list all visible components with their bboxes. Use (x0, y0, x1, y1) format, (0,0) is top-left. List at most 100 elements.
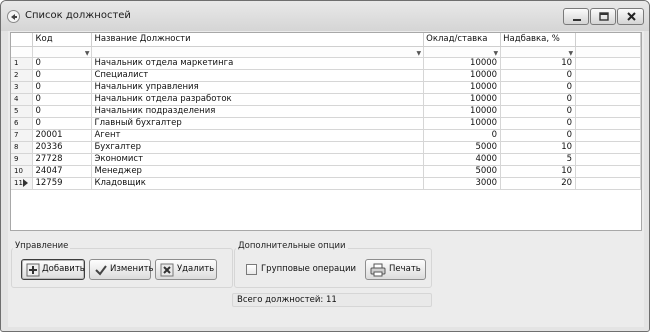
cell-name[interactable]: Менеджер (91, 165, 425, 178)
cell-bonus[interactable]: 0 (500, 117, 577, 130)
filter-dropdown-icon[interactable]: ▼ (417, 48, 422, 57)
cell-code[interactable]: 20001 (32, 129, 93, 142)
row-number[interactable]: 9 (11, 153, 34, 166)
column-header-salary[interactable]: Оклад/ставка (423, 33, 502, 47)
cell-bonus[interactable]: 0 (500, 93, 577, 106)
add-button-label: Добавить (42, 264, 85, 274)
cell-name[interactable]: Главный бухгалтер (91, 117, 425, 130)
column-header-code[interactable]: Код (32, 33, 93, 47)
cell-salary[interactable]: 5000 (423, 165, 502, 178)
cell-name[interactable]: Начальник отдела маркетинга (91, 57, 425, 70)
cell-salary[interactable]: 10000 (423, 81, 502, 94)
cell-name[interactable]: Экономист (91, 153, 425, 166)
cell-code[interactable]: 0 (32, 57, 93, 70)
close-icon (627, 12, 636, 21)
table-row[interactable]: 10 24047 Менеджер 5000 10 (11, 165, 641, 178)
cell-bonus[interactable]: 0 (500, 81, 577, 94)
filter-salary[interactable]: ▼ (423, 46, 502, 58)
cell-bonus[interactable]: 10 (500, 141, 577, 154)
cell-empty (575, 57, 641, 70)
table-row[interactable]: 6 0 Главный бухгалтер 10000 0 (11, 117, 641, 130)
delete-button[interactable]: Удалить (155, 259, 217, 280)
group-operations-label[interactable]: Групповые операции (261, 264, 356, 274)
print-button[interactable]: Печать (365, 259, 426, 280)
positions-grid[interactable]: Код Название Должности Оклад/ставка Надб… (10, 32, 642, 231)
maximize-button[interactable] (590, 8, 616, 25)
header-corner (11, 33, 34, 47)
close-button[interactable] (617, 8, 644, 25)
row-number[interactable]: 1 (11, 57, 34, 70)
row-number[interactable]: 3 (11, 81, 34, 94)
cell-code[interactable]: 24047 (32, 165, 93, 178)
title-bar[interactable]: Список должностей (1, 1, 649, 31)
cell-bonus[interactable]: 0 (500, 129, 577, 142)
cell-empty (575, 129, 641, 142)
row-number[interactable]: 11 (11, 177, 34, 190)
row-number[interactable]: 8 (11, 141, 34, 154)
add-button[interactable]: Добавить (21, 259, 85, 280)
cell-salary[interactable]: 4000 (423, 153, 502, 166)
total-positions-text: Всего должностей: 11 (237, 295, 337, 305)
cell-salary[interactable]: 10000 (423, 93, 502, 106)
edit-button[interactable]: Изменить (89, 259, 154, 280)
group-operations-checkbox[interactable] (246, 264, 257, 275)
table-row[interactable]: 8 20336 Бухгалтер 5000 10 (11, 141, 641, 154)
table-row[interactable]: 4 0 Начальник отдела разработок 10000 0 (11, 93, 641, 106)
cell-code[interactable]: 0 (32, 117, 93, 130)
cell-code[interactable]: 27728 (32, 153, 93, 166)
table-row[interactable]: 7 20001 Агент 0 0 (11, 129, 641, 142)
cell-name[interactable]: Бухгалтер (91, 141, 425, 154)
cell-bonus[interactable]: 20 (500, 177, 577, 190)
grid-filter-row: ▼ ▼ ▼ ▼ (11, 46, 641, 58)
filter-dropdown-icon[interactable]: ▼ (85, 48, 90, 57)
app-icon (7, 10, 20, 23)
filter-bonus[interactable]: ▼ (500, 46, 577, 58)
cell-bonus[interactable]: 0 (500, 69, 577, 82)
filter-code[interactable]: ▼ (32, 46, 93, 58)
table-row[interactable]: 3 0 Начальник управления 10000 0 (11, 81, 641, 94)
minimize-button[interactable] (563, 8, 589, 25)
table-row[interactable]: 2 0 Специалист 10000 0 (11, 69, 641, 82)
filter-corner (11, 46, 34, 58)
cell-name[interactable]: Начальник подразделения (91, 105, 425, 118)
row-number[interactable]: 2 (11, 69, 34, 82)
filter-dropdown-icon[interactable]: ▼ (568, 48, 573, 57)
cell-name[interactable]: Начальник управления (91, 81, 425, 94)
cell-code[interactable]: 0 (32, 105, 93, 118)
filter-dropdown-icon[interactable]: ▼ (493, 48, 498, 57)
cell-empty (575, 165, 641, 178)
cell-code[interactable]: 0 (32, 69, 93, 82)
row-number[interactable]: 5 (11, 105, 34, 118)
column-header-bonus[interactable]: Надбавка, % (500, 33, 577, 47)
column-header-name[interactable]: Название Должности (91, 33, 425, 47)
filter-name[interactable]: ▼ (91, 46, 425, 58)
cell-name[interactable]: Специалист (91, 69, 425, 82)
filter-empty (575, 46, 641, 58)
cell-bonus[interactable]: 0 (500, 105, 577, 118)
cell-name[interactable]: Агент (91, 129, 425, 142)
cell-code[interactable]: 12759 (32, 177, 93, 190)
table-row[interactable]: 9 27728 Экономист 4000 5 (11, 153, 641, 166)
row-number[interactable]: 4 (11, 93, 34, 106)
row-number[interactable]: 10 (11, 165, 34, 178)
table-row[interactable]: 1 0 Начальник отдела маркетинга 10000 10 (11, 57, 641, 70)
cell-salary[interactable]: 0 (423, 129, 502, 142)
table-row[interactable]: 5 0 Начальник подразделения 10000 0 (11, 105, 641, 118)
cell-code[interactable]: 0 (32, 81, 93, 94)
cell-name[interactable]: Кладовщик (91, 177, 425, 190)
row-number[interactable]: 7 (11, 129, 34, 142)
cell-bonus[interactable]: 10 (500, 57, 577, 70)
cell-salary[interactable]: 3000 (423, 177, 502, 190)
cell-salary[interactable]: 5000 (423, 141, 502, 154)
cell-salary[interactable]: 10000 (423, 117, 502, 130)
cell-code[interactable]: 0 (32, 93, 93, 106)
cell-salary[interactable]: 10000 (423, 69, 502, 82)
cell-code[interactable]: 20336 (32, 141, 93, 154)
cell-salary[interactable]: 10000 (423, 105, 502, 118)
cell-bonus[interactable]: 5 (500, 153, 577, 166)
cell-name[interactable]: Начальник отдела разработок (91, 93, 425, 106)
row-number[interactable]: 6 (11, 117, 34, 130)
cell-salary[interactable]: 10000 (423, 57, 502, 70)
table-row[interactable]: 11 12759 Кладовщик 3000 20 (11, 177, 641, 190)
cell-bonus[interactable]: 10 (500, 165, 577, 178)
